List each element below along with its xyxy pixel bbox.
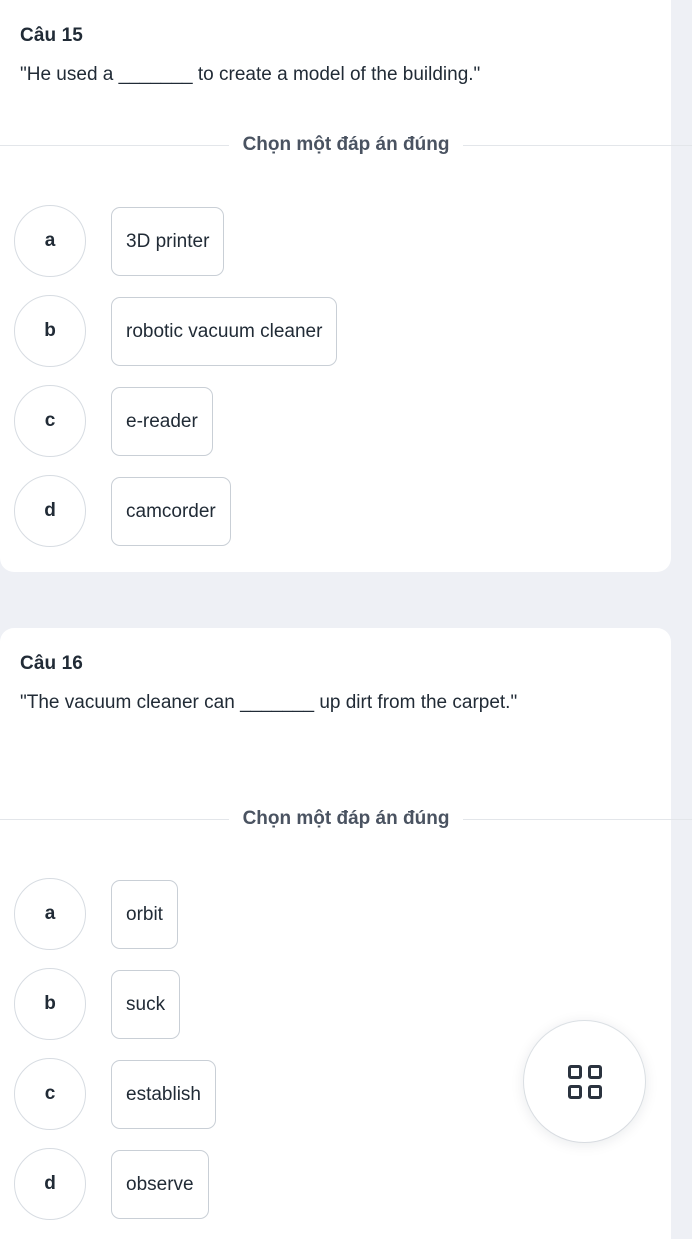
divider-right	[463, 144, 692, 146]
grid-cell-4	[587, 1084, 602, 1099]
option-marker-a-15[interactable]: a	[14, 205, 86, 277]
option-label-a-16[interactable]: orbit	[111, 879, 178, 949]
divider-left	[0, 818, 229, 820]
option-row-b-15[interactable]: b robotic vacuum cleaner	[0, 295, 671, 367]
option-marker-b-15[interactable]: b	[14, 295, 86, 367]
option-row-a-15[interactable]: a 3D printer	[0, 205, 671, 277]
option-marker-c-15[interactable]: c	[14, 385, 86, 457]
question-prompt-16: "The vacuum cleaner can _______ up dirt …	[20, 691, 518, 713]
option-label-b-16[interactable]: suck	[111, 969, 181, 1039]
question-number-16: Câu 16	[20, 653, 83, 674]
grid-cell-2	[587, 1064, 602, 1079]
question-header-15: Câu 15 "He used a _______ to create a mo…	[0, 0, 671, 91]
instruction-divider-16: Chọn một đáp án đúng	[0, 808, 692, 830]
option-row-a-16[interactable]: a orbit	[0, 878, 671, 950]
option-row-c-15[interactable]: c e-reader	[0, 385, 671, 457]
instruction-label-16: Chọn một đáp án đúng	[242, 808, 450, 829]
quiz-page: Câu 15 "He used a _______ to create a mo…	[0, 0, 692, 1239]
grid-icon	[567, 1064, 602, 1099]
option-marker-a-16[interactable]: a	[14, 878, 86, 950]
question-prompt-15: "He used a _______ to create a model of …	[20, 63, 481, 85]
option-label-d-16[interactable]: observe	[111, 1149, 209, 1219]
instruction-divider-15: Chọn một đáp án đúng	[0, 134, 692, 156]
grid-cell-3	[567, 1084, 582, 1099]
option-label-a-15[interactable]: 3D printer	[111, 206, 225, 276]
option-label-d-15[interactable]: camcorder	[111, 476, 231, 546]
options-list-15: a 3D printer b robotic vacuum cleaner c …	[0, 205, 671, 565]
question-number-15: Câu 15	[20, 25, 83, 46]
option-label-b-15[interactable]: robotic vacuum cleaner	[111, 296, 338, 366]
option-marker-c-16[interactable]: c	[14, 1058, 86, 1130]
option-marker-d-16[interactable]: d	[14, 1148, 86, 1220]
option-label-c-16[interactable]: establish	[111, 1059, 216, 1129]
divider-right	[463, 818, 692, 820]
option-row-d-15[interactable]: d camcorder	[0, 475, 671, 547]
instruction-label-15: Chọn một đáp án đúng	[242, 134, 450, 155]
question-card-16: Câu 16 "The vacuum cleaner can _______ u…	[0, 628, 692, 1239]
option-label-c-15[interactable]: e-reader	[111, 386, 213, 456]
option-marker-b-16[interactable]: b	[14, 968, 86, 1040]
option-row-d-16[interactable]: d observe	[0, 1148, 671, 1220]
question-navigator-button[interactable]	[524, 1021, 645, 1142]
divider-left	[0, 144, 229, 146]
grid-cell-1	[567, 1064, 582, 1079]
option-marker-d-15[interactable]: d	[14, 475, 86, 547]
question-header-16: Câu 16 "The vacuum cleaner can _______ u…	[0, 628, 671, 719]
question-card-15: Câu 15 "He used a _______ to create a mo…	[0, 0, 692, 572]
